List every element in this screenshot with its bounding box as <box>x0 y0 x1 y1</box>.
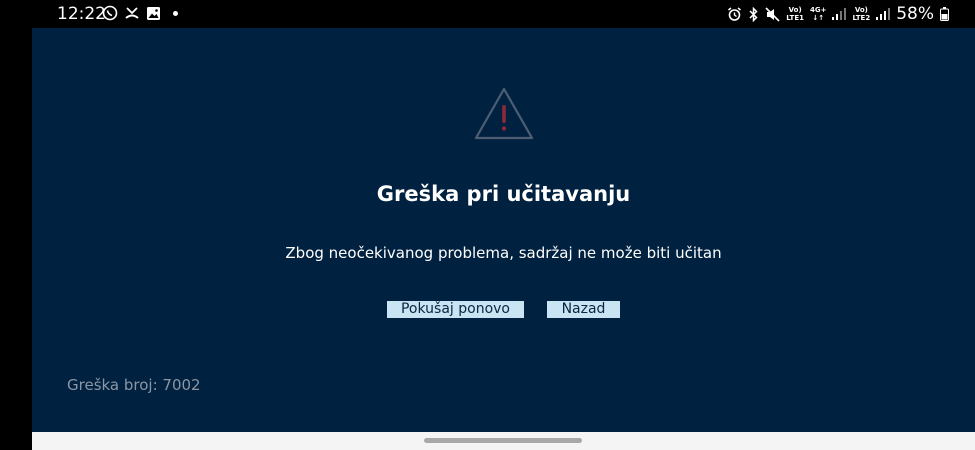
mute-icon <box>765 6 780 22</box>
error-panel: Greška pri učitavanju Zbog neočekivanog … <box>32 28 975 432</box>
network-type-label: 4G+ ↓↑ <box>809 6 827 22</box>
retry-button[interactable]: Pokušaj ponovo <box>387 301 524 318</box>
error-title: Greška pri učitavanju <box>376 182 631 206</box>
battery-icon <box>940 7 949 21</box>
home-gesture-handle[interactable] <box>424 438 582 443</box>
screen: 12:22 Vo) LTE1 4G+ ↓↑ Vo) LTE2 58% Grešk… <box>0 0 975 450</box>
bluetooth-icon <box>748 6 759 22</box>
notification-dot-icon <box>173 10 178 16</box>
signal-strength-icon <box>876 8 891 20</box>
gallery-icon <box>146 6 161 21</box>
sim1-network-label: Vo) LTE1 <box>786 6 804 22</box>
status-right-icons: Vo) LTE1 4G+ ↓↑ Vo) LTE2 58% <box>727 4 949 24</box>
status-bar: 12:22 Vo) LTE1 4G+ ↓↑ Vo) LTE2 58% <box>0 0 975 28</box>
alarm-icon <box>727 6 742 22</box>
viber-icon <box>102 5 118 21</box>
navigation-bar <box>32 432 975 450</box>
error-message: Zbog neočekivanog problema, sadržaj ne m… <box>285 244 722 262</box>
warning-icon <box>473 86 535 142</box>
status-time: 12:22 <box>57 4 106 24</box>
battery-percent: 58% <box>896 4 934 24</box>
status-left-icons <box>102 5 178 21</box>
signal-strength-icon <box>832 8 847 20</box>
back-button[interactable]: Nazad <box>547 301 620 318</box>
missed-call-icon <box>124 5 140 21</box>
sim2-network-label: Vo) LTE2 <box>852 6 871 22</box>
error-code: Greška broj: 7002 <box>67 376 201 394</box>
